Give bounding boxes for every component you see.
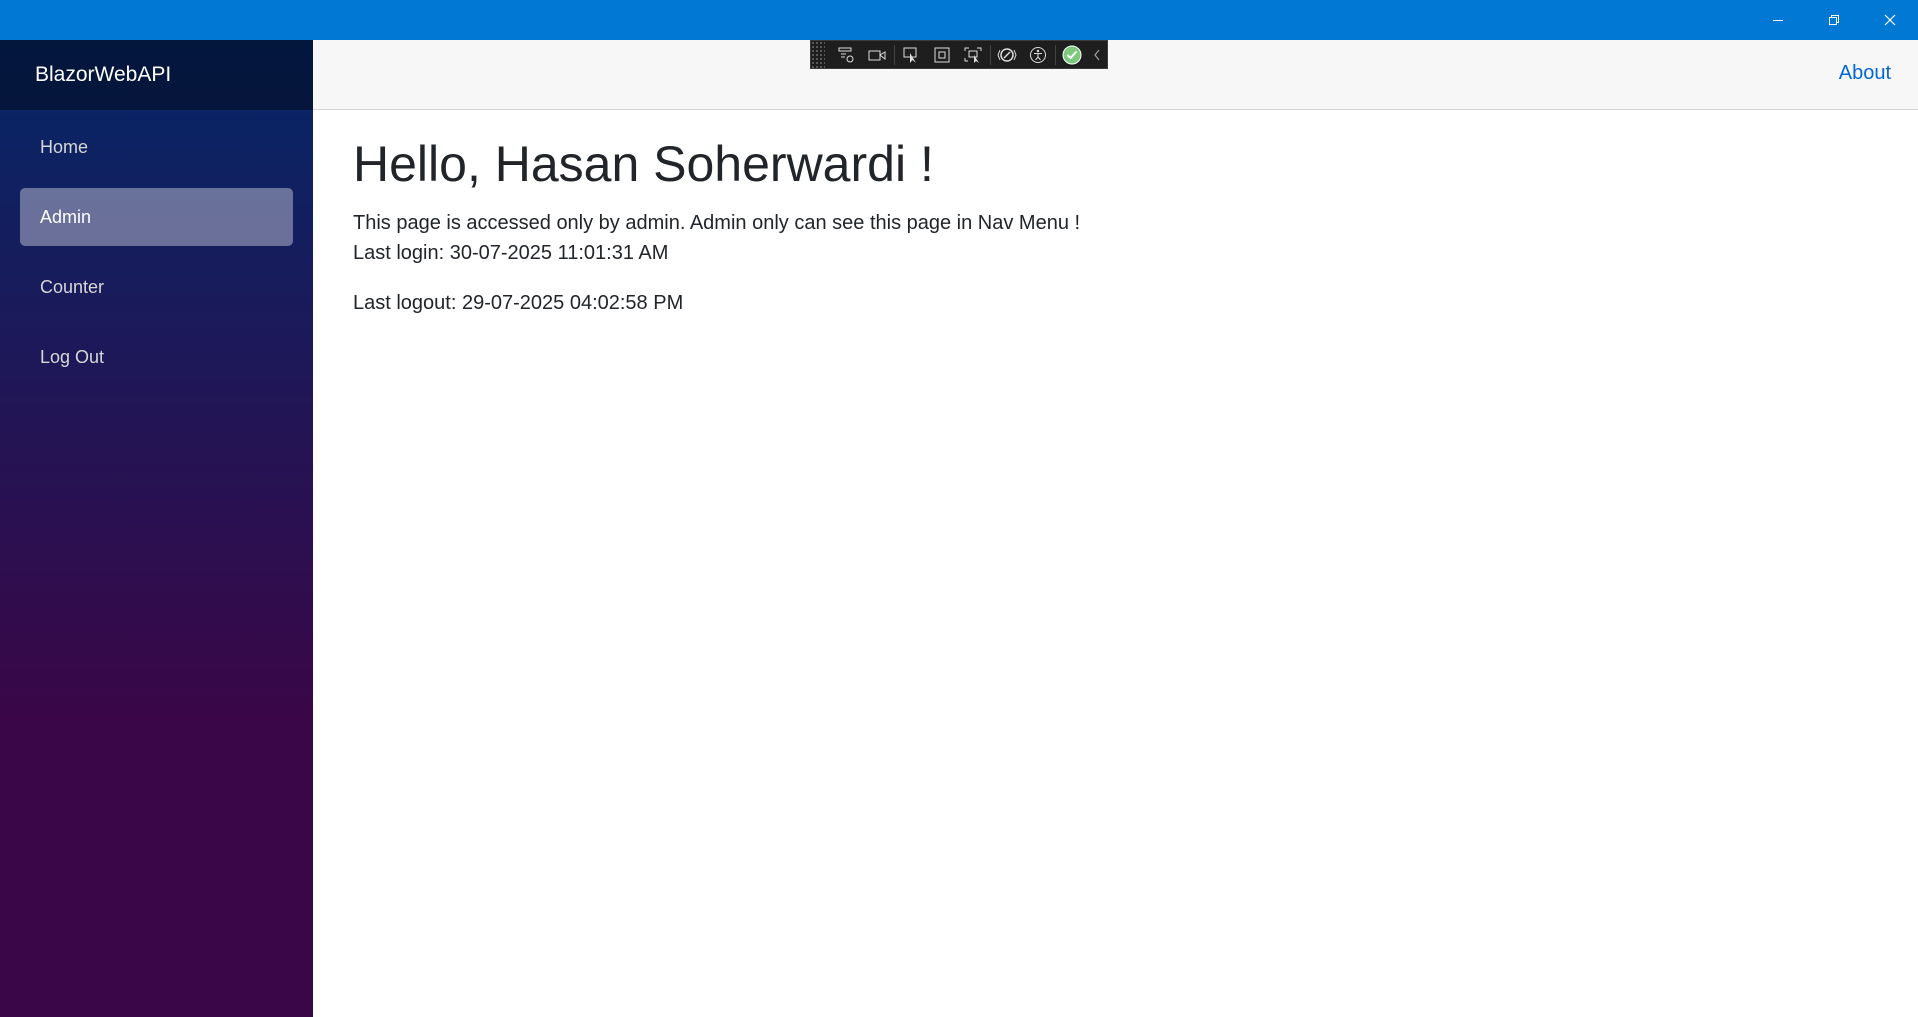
close-icon: [1884, 14, 1896, 26]
collapse-toolbar-button[interactable]: [1088, 41, 1107, 68]
live-visual-tree-button[interactable]: [831, 41, 862, 68]
brand-row: BlazorWebAPI: [0, 40, 313, 110]
sidebar: BlazorWebAPI Home Admin Counter Log Out: [0, 40, 313, 1017]
display-layout-adorners-button[interactable]: [927, 41, 958, 68]
last-login-text: Last login: 30-07-2025 11:01:31 AM: [353, 242, 669, 264]
top-row: About: [313, 40, 1918, 110]
select-element-icon: [903, 47, 917, 63]
record-button[interactable]: [862, 41, 893, 68]
hot-reload-icon: [997, 47, 1017, 62]
binding-check-icon: [1062, 45, 1082, 64]
window-titlebar: [0, 0, 1918, 40]
binding-check-button[interactable]: [1057, 41, 1088, 68]
toolbar-separator: [989, 44, 991, 65]
nav-item-home[interactable]: Home: [20, 118, 293, 176]
restore-button[interactable]: [1806, 0, 1862, 40]
record-icon: [868, 50, 886, 60]
nav-menu: Home Admin Counter Log Out: [0, 110, 313, 386]
toolbar-grip[interactable]: [811, 41, 825, 68]
admin-description: This page is accessed only by admin. Adm…: [353, 212, 1081, 234]
main-content: Hello, Hasan Soherwardi ! This page is a…: [353, 110, 1893, 318]
toolbar-separator: [893, 44, 895, 65]
minimize-button[interactable]: [1750, 0, 1806, 40]
about-link[interactable]: About: [1839, 62, 1891, 85]
nav-item-label: Home: [40, 136, 89, 157]
minimize-icon: [1773, 20, 1783, 21]
close-button[interactable]: [1862, 0, 1918, 40]
nav-item-label: Admin: [40, 206, 92, 227]
select-element-button[interactable]: [896, 41, 927, 68]
track-focus-button[interactable]: [958, 41, 989, 68]
track-focus-icon: [964, 47, 982, 63]
toolbar-separator: [1054, 44, 1056, 65]
restore-icon: [1829, 15, 1839, 25]
accessibility-button[interactable]: [1023, 41, 1054, 68]
dev-toolbar: [810, 40, 1108, 69]
brand-link[interactable]: BlazorWebAPI: [35, 63, 171, 87]
accessibility-icon: [1030, 46, 1047, 63]
live-visual-tree-icon: [838, 47, 854, 62]
last-logout-text: Last logout: 29-07-2025 04:02:58 PM: [353, 292, 684, 314]
display-layout-adorners-icon: [934, 47, 950, 62]
nav-item-admin[interactable]: Admin: [20, 188, 293, 246]
page-title: Hello, Hasan Soherwardi !: [353, 136, 934, 192]
collapse-chevron-icon: [1094, 49, 1100, 60]
nav-item-label: Log Out: [40, 346, 105, 367]
nav-item-counter[interactable]: Counter: [20, 258, 293, 316]
nav-item-label: Counter: [40, 276, 105, 297]
hot-reload-button[interactable]: [992, 41, 1023, 68]
nav-item-logout[interactable]: Log Out: [20, 328, 293, 386]
